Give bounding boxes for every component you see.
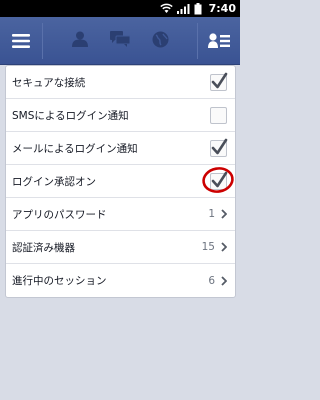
menu-icon bbox=[12, 34, 30, 48]
chevron-right-icon bbox=[221, 242, 227, 252]
list-item-login-approvals[interactable]: ログイン承認オン bbox=[6, 165, 235, 198]
item-count: 15 bbox=[201, 241, 215, 253]
messages-icon bbox=[110, 31, 131, 47]
list-item-label: アプリのパスワード bbox=[12, 208, 107, 221]
messages-button[interactable] bbox=[110, 31, 131, 51]
list-item-label: SMSによるログイン通知 bbox=[12, 109, 129, 122]
battery-icon bbox=[194, 2, 202, 14]
sms-login-alert-checkbox[interactable] bbox=[210, 106, 227, 124]
signal-icon bbox=[176, 4, 190, 14]
status-bar: 7:40 bbox=[0, 0, 240, 17]
list-item-label: 進行中のセッション bbox=[12, 275, 107, 287]
login-approvals-checkbox[interactable] bbox=[210, 171, 228, 190]
friends-list-button[interactable] bbox=[198, 17, 240, 65]
list-item-recognized-devices[interactable]: 認証済み機器 15 bbox=[6, 231, 235, 264]
checkmark-icon bbox=[211, 138, 228, 154]
list-item-label: 認証済み機器 bbox=[12, 241, 75, 254]
item-count: 6 bbox=[208, 274, 215, 287]
menu-button[interactable] bbox=[0, 17, 42, 65]
wifi-icon bbox=[159, 3, 173, 13]
friend-requests-button[interactable] bbox=[71, 31, 89, 51]
divider bbox=[42, 23, 43, 59]
email-login-alert-checkbox[interactable] bbox=[210, 138, 228, 157]
chevron-right-icon bbox=[221, 275, 227, 286]
list-item-label: ログイン承認オン bbox=[12, 175, 96, 188]
security-settings-list: セキュアな接続 SMSによるログイン通知 メールによるログイン通知 ログイン承認… bbox=[5, 65, 236, 298]
app-bar bbox=[0, 17, 240, 65]
jewel-icons bbox=[60, 17, 180, 65]
secure-connection-checkbox[interactable] bbox=[210, 72, 228, 91]
list-item-label: メールによるログイン通知 bbox=[12, 142, 138, 155]
list-item-app-passwords[interactable]: アプリのパスワード 1 bbox=[6, 198, 235, 231]
chevron-right-icon bbox=[221, 209, 227, 219]
list-item-email-login-alert[interactable]: メールによるログイン通知 bbox=[6, 132, 235, 165]
friends-list-icon bbox=[208, 33, 230, 48]
friend-requests-icon bbox=[71, 31, 88, 47]
list-item-active-sessions[interactable]: 進行中のセッション 6 bbox=[6, 264, 235, 297]
checkmark-icon bbox=[211, 72, 228, 88]
list-item-label: セキュアな接続 bbox=[12, 76, 86, 89]
checkmark-icon bbox=[211, 171, 228, 187]
notifications-button[interactable] bbox=[152, 31, 169, 52]
item-count: 1 bbox=[208, 208, 215, 220]
clock-time: 7:40 bbox=[208, 2, 236, 15]
notifications-globe-icon bbox=[152, 31, 169, 47]
list-item-secure-connection[interactable]: セキュアな接続 bbox=[6, 66, 235, 99]
list-item-sms-login-alert[interactable]: SMSによるログイン通知 bbox=[6, 99, 235, 132]
